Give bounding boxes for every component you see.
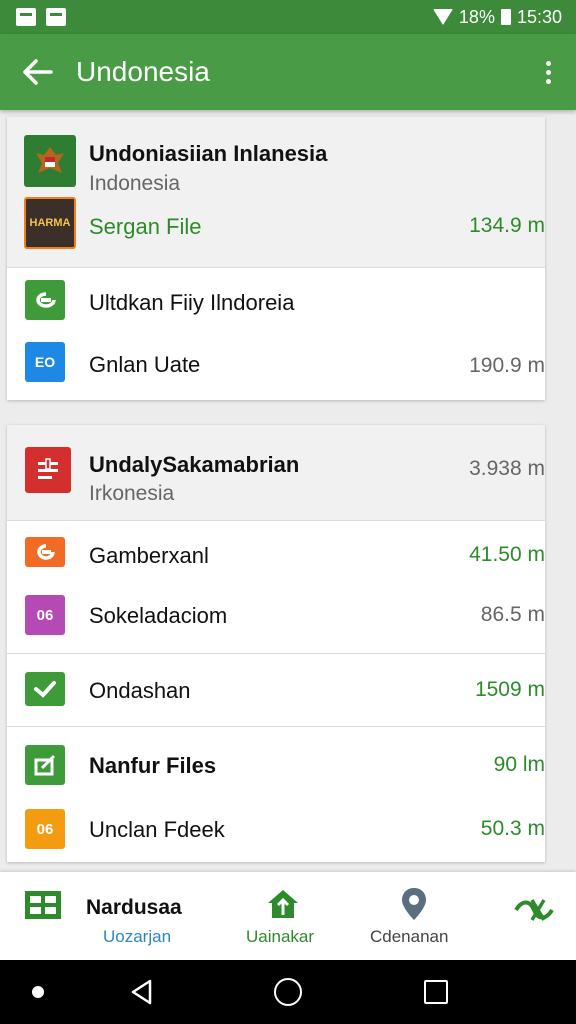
list-item-label: Unclan Fdeek [89,817,225,842]
nav-title: Nardusaa [86,896,182,919]
section-subtitle: Indonesia [89,172,181,195]
list-item-size: 86.5 m [480,603,545,626]
location-pin-icon [400,886,428,927]
list-item[interactable]: Ondashan 1509 m [7,654,545,726]
gmail-notification-icon [16,8,36,26]
page-title: Undonesia [76,56,210,87]
tools-icon [512,896,554,929]
check-file-icon [25,672,65,706]
garuda-emblem-icon [24,135,76,187]
list-item[interactable]: 06 Sokeladaciom 86.5 m [7,587,545,653]
section-subtitle: Irkonesia [89,482,175,505]
list-item-size: 1509 m [474,678,545,701]
list-item-label: Nanfur Files [89,753,217,778]
battery-icon [500,9,511,25]
section-size: 3.938 m [469,457,545,480]
grid-icon [24,890,62,925]
system-navigation-bar [0,960,576,1024]
clock: 15:30 [516,6,562,27]
nav-item-home[interactable]: Nardusaa Uozarjan [0,872,200,960]
file-thumbnail: HARMA [24,197,76,249]
file-label: Sergan File [89,214,202,239]
app-bar: Undonesia [0,34,576,110]
section-card-2: UndalySakamabrian Irkonesia 3.938 m Gamb… [7,425,545,862]
video-file-icon: 06 [25,595,65,635]
section-header[interactable]: UndalySakamabrian Irkonesia 3.938 m [7,425,545,520]
edit-file-icon [25,745,65,785]
nav-label: Uozarjan [103,927,172,946]
list-item-label: Gamberxanl [89,543,209,568]
list-item-label: Sokeladaciom [89,603,228,628]
battery-percent: 18% [458,6,495,27]
system-recents-button[interactable] [424,980,448,1004]
back-arrow-icon [23,59,53,85]
message-notification-icon [46,8,66,26]
list-item[interactable]: 06 Unclan Fdeek 50.3 m [7,795,545,863]
list-item[interactable]: Ultdkan Fiiy Ilndoreia [7,268,545,334]
list-item-label: Ultdkan Fiiy Ilndoreia [89,290,295,315]
status-bar: 18% 15:30 [0,0,576,34]
list-item-label: Ondashan [89,678,191,703]
nav-item-upload[interactable]: Uainakar [230,872,340,960]
list-item[interactable]: Gamberxanl 41.50 m [7,521,545,587]
section-card-1: Undoniasiian Inlanesia Indonesia HARMA S… [7,117,545,400]
list-item-size: 41.50 m [469,543,545,566]
nav-label: Cdenanan [370,927,449,946]
house-upload-icon [266,888,300,925]
link-file-icon [25,280,65,320]
nav-item-tools[interactable] [500,872,576,960]
list-item-size: 90 lm [493,753,545,776]
nav-label: Uainakar [246,927,315,946]
wifi-icon [432,9,453,25]
back-button[interactable] [0,34,76,110]
section-header[interactable]: Undoniasiian Inlanesia Indonesia HARMA S… [7,117,545,267]
list-item-label: Gnlan Uate [89,352,201,377]
overflow-menu-button[interactable] [520,34,576,110]
list-item[interactable]: Nanfur Files 90 lm [7,727,545,795]
list-item-size: 190.9 m [469,354,545,377]
file-size: 134.9 m [469,214,545,237]
section-title: Undoniasiian Inlanesia [89,141,328,166]
dot-icon [32,986,44,998]
system-home-button[interactable] [274,978,302,1006]
list-item[interactable]: EO Gnlan Uate 190.9 m [7,334,545,400]
document-file-icon: EO [25,342,65,382]
spreadsheet-file-icon: 06 [25,809,65,849]
bottom-navigation: Nardusaa Uozarjan Uainakar Cdenanan [0,872,576,960]
system-back-button[interactable] [128,978,156,1011]
archive-file-icon [25,447,71,493]
list-item-size: 50.3 m [480,817,545,840]
nav-item-location[interactable]: Cdenanan [360,872,470,960]
image-file-icon [25,537,65,567]
section-title: UndalySakamabrian [89,452,300,477]
